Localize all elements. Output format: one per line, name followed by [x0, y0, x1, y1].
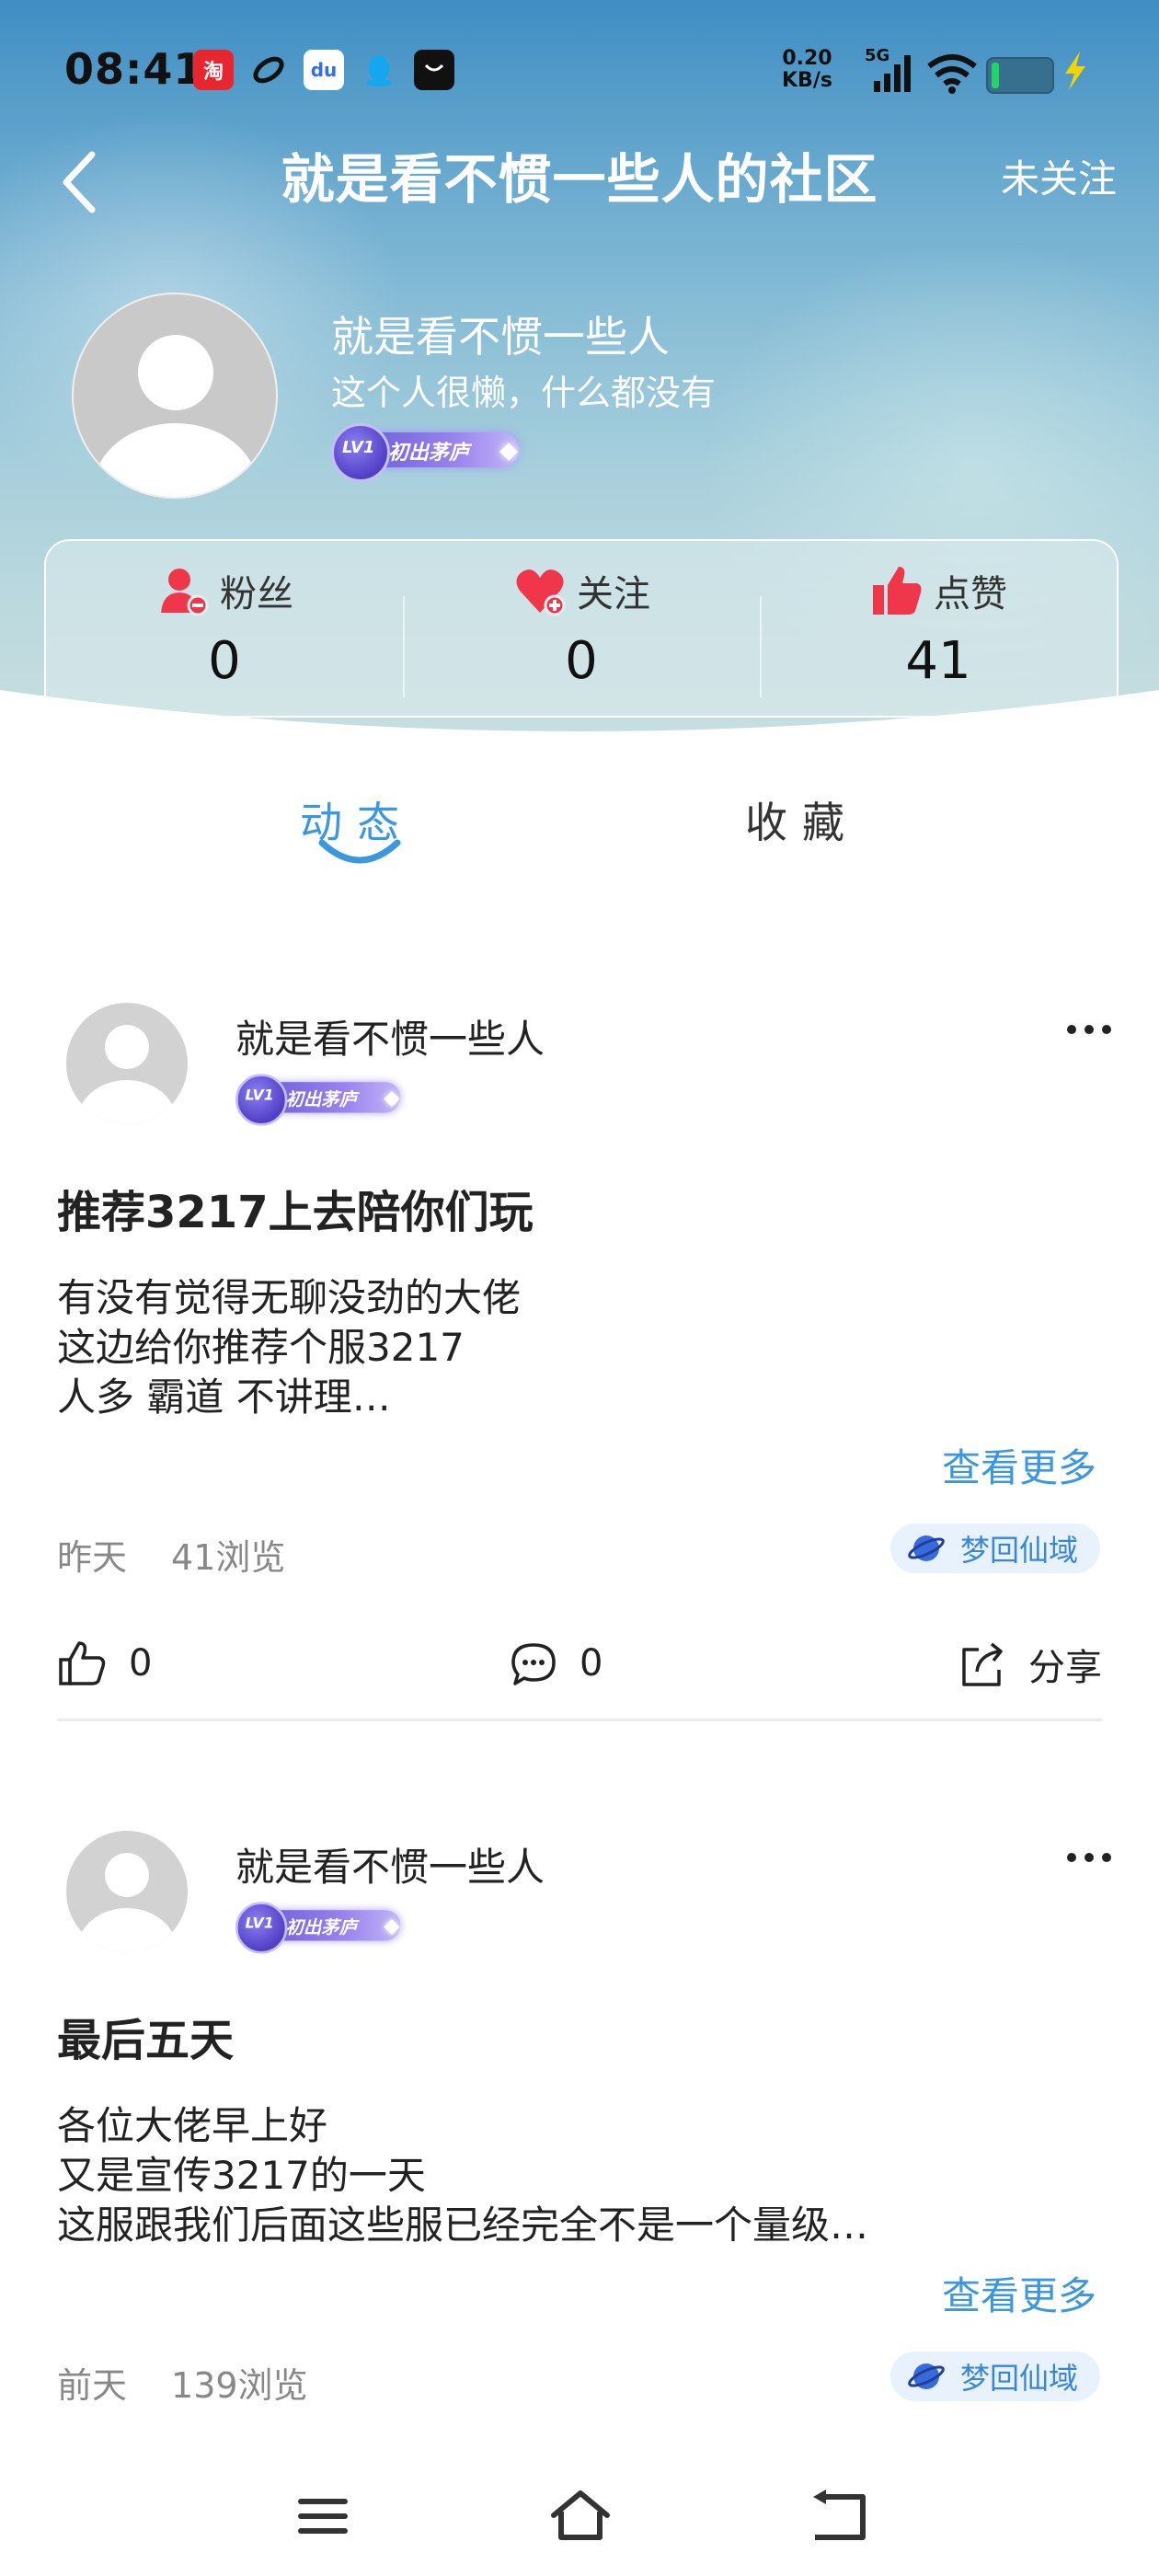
- status-app-icons: 淘 du: [193, 50, 454, 90]
- post-author-avatar[interactable]: [66, 1003, 188, 1124]
- stat-following-label: 关注: [577, 573, 650, 615]
- level-badge-level: LV1: [342, 438, 375, 457]
- post-body[interactable]: 有没有觉得无聊没劲的大佬 这边给你推荐个服3217 人多 霸道 不讲理…: [57, 1273, 521, 1422]
- post-author-avatar[interactable]: [66, 1831, 188, 1952]
- message-icon: [414, 50, 454, 90]
- level-badge: 初出茅庐 LV1: [235, 1069, 407, 1126]
- menu-icon[interactable]: [291, 2484, 355, 2548]
- level-badge-level: LV1: [245, 1087, 274, 1104]
- more-options-icon[interactable]: [1067, 1853, 1111, 1862]
- fans-icon: [161, 569, 209, 616]
- post-divider: [57, 1719, 1102, 1721]
- comment-icon: [511, 1643, 556, 1685]
- post-actions: 0 0 分享: [0, 1638, 1159, 1702]
- post-body-line: 这边给你推荐个服3217: [57, 1325, 465, 1370]
- header-curve: [0, 690, 1159, 754]
- planet-icon: [908, 2363, 945, 2389]
- post-body-line: 又是宣传3217的一天: [57, 2153, 426, 2198]
- stat-fans-label: 粉丝: [220, 573, 293, 615]
- post-title[interactable]: 推荐3217上去陪你们玩: [57, 1176, 534, 1240]
- planet-icon: [908, 1535, 945, 1561]
- comment-button[interactable]: 0: [508, 1638, 602, 1689]
- status-bar: 08:41 淘 du 0.20 KB/s 5G: [0, 37, 1159, 110]
- community-tag[interactable]: 梦回仙域: [889, 1524, 1100, 1573]
- post-views: 41浏览: [171, 1537, 286, 1578]
- thumbs-up-icon: [873, 567, 922, 615]
- net-rate-unit: KB/s: [782, 69, 832, 92]
- post-title[interactable]: 最后五天: [57, 2004, 234, 2068]
- share-button[interactable]: 分享: [957, 1638, 1102, 1691]
- top-navbar: 就是看不惯一些人的社区 未关注: [0, 138, 1159, 221]
- charging-icon: [1065, 52, 1085, 90]
- post-time: 前天: [57, 2365, 128, 2406]
- profile-username: 就是看不惯一些人: [331, 312, 670, 362]
- qq-icon: [359, 50, 399, 90]
- post-author-name[interactable]: 就是看不惯一些人: [235, 1008, 545, 1064]
- home-icon[interactable]: [548, 2484, 613, 2548]
- community-name: 梦回仙域: [959, 2361, 1078, 2396]
- level-badge-text: 初出茅庐: [285, 1089, 358, 1110]
- post-views: 139浏览: [171, 2365, 308, 2406]
- signal-icon: [874, 55, 911, 92]
- community-tag[interactable]: 梦回仙域: [889, 2352, 1100, 2401]
- like-count: 0: [129, 1642, 153, 1685]
- post-body[interactable]: 各位大佬早上好 又是宣传3217的一天 这服跟我们后面这些服已经完全不是一个量级…: [57, 2101, 868, 2250]
- status-time: 08:41: [64, 44, 204, 94]
- comment-count: 0: [580, 1642, 603, 1685]
- share-label: 分享: [1028, 1647, 1102, 1689]
- see-more-link[interactable]: 查看更多: [942, 2265, 1096, 2321]
- browser-icon: [248, 50, 289, 90]
- taobao-icon: 淘: [193, 50, 234, 90]
- more-options-icon[interactable]: [1067, 1025, 1111, 1034]
- post-meta: 前天 139浏览: [57, 2357, 308, 2408]
- profile-header: 08:41 淘 du 0.20 KB/s 5G 就是看不惯一些人的社区 未关注 …: [0, 0, 1159, 754]
- thumbs-up-outline-icon: [59, 1641, 106, 1685]
- follow-button[interactable]: 未关注: [1001, 138, 1117, 221]
- net-rate: 0.20 KB/s: [782, 48, 832, 92]
- wifi-icon: [927, 54, 977, 94]
- post-author-name[interactable]: 就是看不惯一些人: [235, 1836, 545, 1892]
- post-meta: 昨天 41浏览: [57, 1529, 285, 1580]
- tab-favorites[interactable]: 收藏: [745, 789, 859, 850]
- level-badge-text: 初出茅庐: [388, 442, 470, 465]
- share-icon: [962, 1642, 1003, 1686]
- post-body-line: 这服跟我们后面这些服已经完全不是一个量级…: [57, 2202, 869, 2248]
- page-title: 就是看不惯一些人的社区: [281, 148, 878, 211]
- tab-active-indicator: [318, 839, 401, 864]
- post-body-line: 人多 霸道 不讲理…: [57, 1374, 391, 1420]
- post-time: 昨天: [57, 1537, 128, 1578]
- see-more-link[interactable]: 查看更多: [942, 1437, 1096, 1493]
- level-badge: 初出茅庐 LV1: [331, 418, 526, 482]
- post-body-line: 有没有觉得无聊没劲的大佬: [57, 1275, 522, 1320]
- battery-icon: [986, 57, 1054, 94]
- baidu-icon: du: [304, 50, 344, 90]
- profile-avatar[interactable]: [72, 293, 278, 499]
- level-badge: 初出茅庐 LV1: [235, 1897, 407, 1954]
- back-nav-icon[interactable]: [806, 2484, 870, 2548]
- community-name: 梦回仙域: [959, 1533, 1078, 1568]
- profile-bio: 这个人很懒，什么都没有: [331, 373, 717, 413]
- level-badge-level: LV1: [245, 1915, 274, 1932]
- follow-heart-icon: [516, 569, 566, 616]
- stat-likes-label: 点赞: [934, 573, 1007, 615]
- system-nav-bar: [0, 2429, 1159, 2576]
- like-button[interactable]: 0: [57, 1638, 152, 1689]
- net-rate-value: 0.20: [782, 47, 832, 70]
- level-badge-text: 初出茅庐: [285, 1917, 358, 1938]
- post-body-line: 各位大佬早上好: [57, 2103, 328, 2148]
